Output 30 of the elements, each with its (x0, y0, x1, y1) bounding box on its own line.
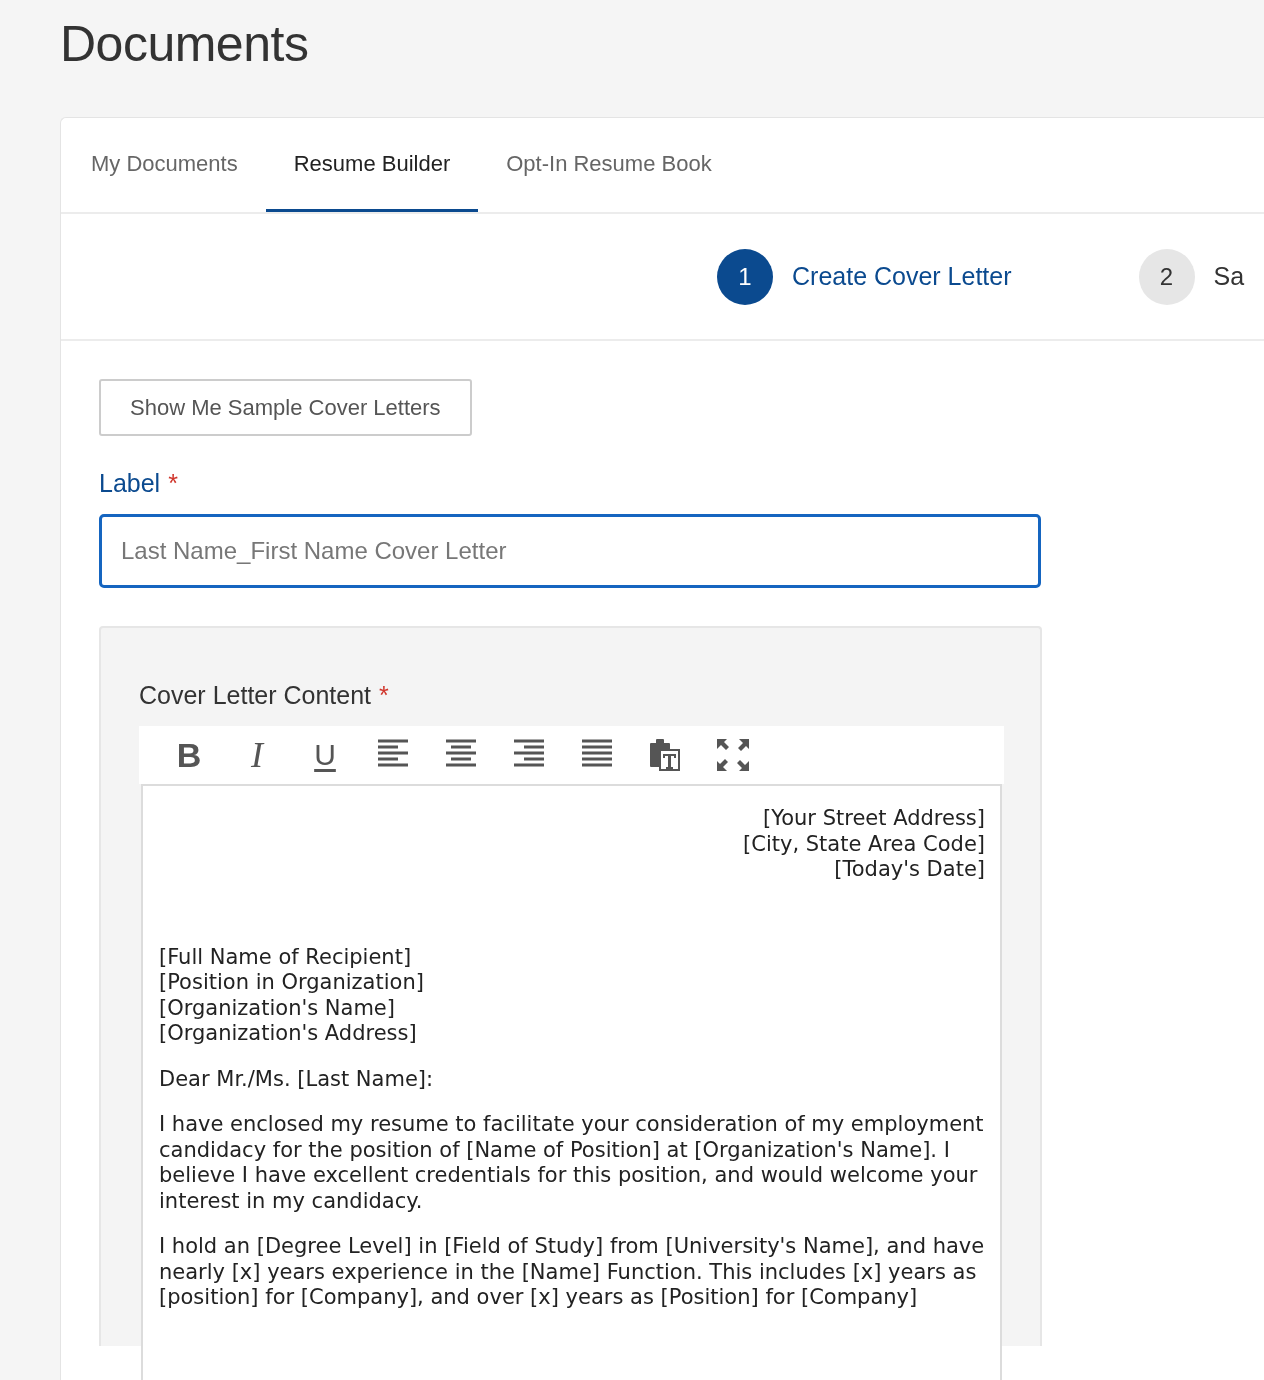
recipient-line: [Organization's Name] (159, 995, 396, 1021)
bold-button[interactable]: B (155, 733, 223, 777)
italic-button[interactable]: I (223, 733, 291, 777)
step-number: 1 (717, 248, 773, 305)
address-line: [City, State Area Code] (742, 831, 985, 857)
recipient-line: [Full Name of Recipient] (159, 944, 413, 970)
tab[interactable]: My Documents (63, 118, 266, 212)
required-mark: * (379, 680, 389, 711)
required-mark: * (168, 468, 178, 499)
letter-paragraph: Dear Mr./Ms. [Last Name]: (159, 1066, 435, 1092)
editor-content-area[interactable] (141, 784, 1002, 1380)
tab[interactable]: Resume Builder (265, 118, 479, 212)
address-line: [Today's Date] (833, 857, 985, 883)
recipient-line: [Position in Organization] (159, 970, 425, 996)
editor-label: Cover Letter Content (139, 680, 372, 711)
sample-cover-letters-button[interactable]: Show Me Sample Cover Letters (99, 379, 472, 436)
field-label: Label (99, 468, 161, 499)
tab[interactable]: Opt-In Resume Book (478, 118, 740, 212)
fullscreen-icon (716, 738, 750, 772)
letter-paragraph: I hold an [Degree Level] in [Field of Study] from [University's Name], and have nearly [x] years experience in the [Name] Function. This includes [x] years as [position] for [Company], and over [x] years as [Position] for [Company] (159, 1234, 985, 1311)
page-title: Documents (60, 15, 309, 74)
underline-button[interactable]: U (291, 733, 359, 777)
address-line: [Your Street Address] (762, 806, 985, 832)
step-number: 2 (1138, 248, 1195, 305)
step-label: Sa (1213, 262, 1245, 291)
step-label: Create Cover Letter (792, 262, 1012, 291)
paste-text-icon (648, 738, 682, 772)
recipient-line: [Organization's Address] (159, 1021, 418, 1047)
label-input-field[interactable]: Last Name_First Name Cover Letter (99, 514, 1041, 588)
letter-paragraph: I have enclosed my resume to facilitate your consideration of my employment candidacy for the position of [Name of Position] at [Organization's Name]. I believe I have excellent credentials for this position, and would welcome your interest in my candidacy. (159, 1112, 985, 1214)
